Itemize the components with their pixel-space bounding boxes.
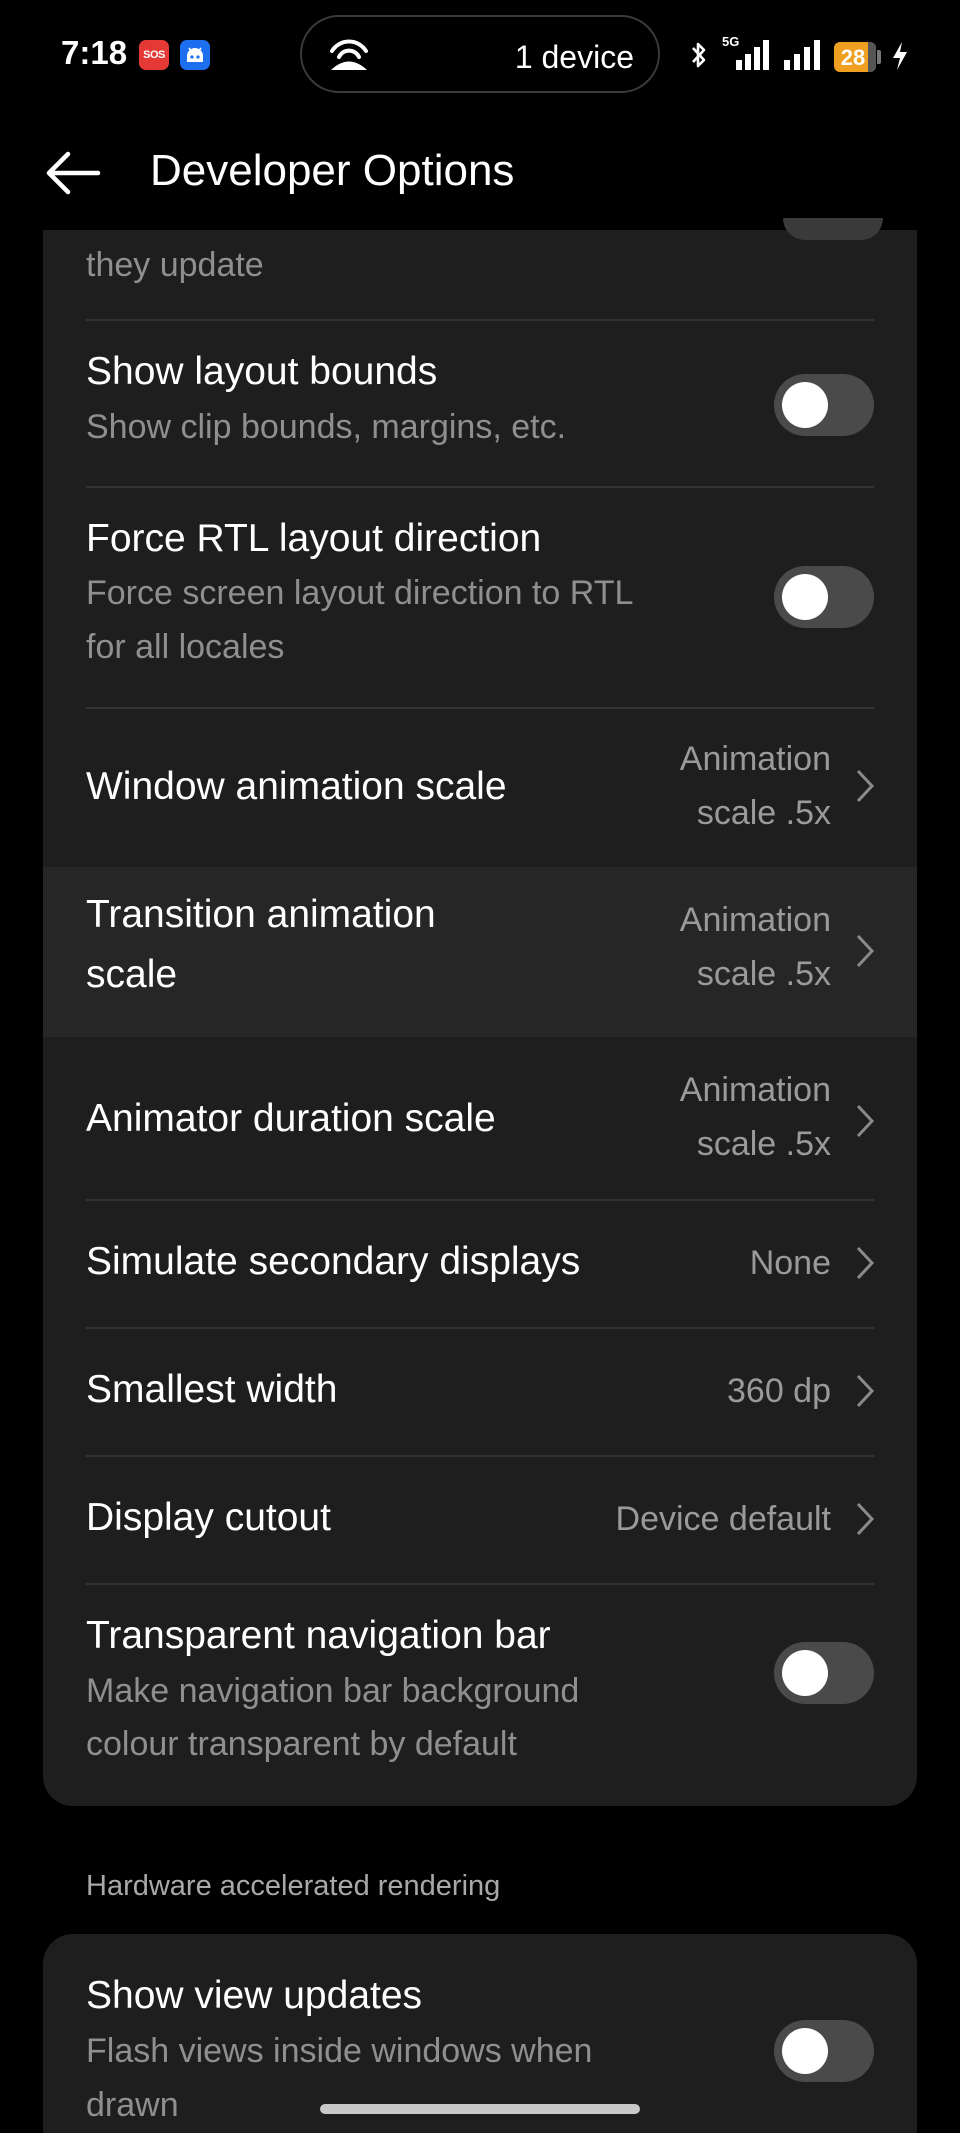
partial-toggle <box>783 218 883 240</box>
row-subtitle-line-2: drawn <box>86 2086 179 2124</box>
row-title: Display cutout <box>86 1496 331 1539</box>
row-title: Window animation scale <box>86 765 507 808</box>
row-value-line-2: scale .5x <box>696 794 831 832</box>
signal-1-icon <box>736 40 769 70</box>
row-transition-animation-scale[interactable]: Transition animation scale Animation sca… <box>43 867 917 1037</box>
row-window-animation-scale[interactable]: Window animation scale Animation scale .… <box>43 708 917 866</box>
row-title: Show layout bounds <box>86 350 438 393</box>
back-arrow-icon[interactable] <box>40 140 106 206</box>
chevron-right-icon <box>856 769 875 803</box>
row-title-line-2: scale <box>86 953 178 996</box>
row-transparent-navigation-bar[interactable]: Transparent navigation bar Make navigati… <box>43 1584 917 1806</box>
developer-options-screen: 7:18 SOS 1 device 5G 28 Developer Option… <box>0 0 960 2133</box>
row-title: Force RTL layout direction <box>86 517 542 560</box>
status-bar: 7:18 SOS 1 device 5G 28 <box>0 0 960 110</box>
force-rtl-toggle[interactable] <box>774 566 874 628</box>
hotspot-icon <box>330 39 368 70</box>
chevron-right-icon <box>856 934 875 968</box>
android-robot-icon <box>180 40 210 70</box>
sos-icon: SOS <box>139 40 169 70</box>
row-title: Simulate secondary displays <box>86 1240 581 1283</box>
row-subtitle-line-1: Flash views inside windows when <box>86 2032 593 2070</box>
row-value-line-1: Animation <box>679 1071 831 1109</box>
row-title: Transparent navigation bar <box>86 1614 551 1657</box>
row-value: Device default <box>615 1500 831 1538</box>
row-value-line-2: scale .5x <box>696 1125 831 1163</box>
row-value: None <box>749 1244 831 1282</box>
row-value-line-1: Animation <box>679 901 831 939</box>
row-smallest-width[interactable]: Smallest width 360 dp <box>43 1328 917 1455</box>
row-value: 360 dp <box>727 1372 831 1410</box>
section-header-hardware-rendering: Hardware accelerated rendering <box>86 1870 501 1902</box>
row-value-line-2: scale .5x <box>696 955 831 993</box>
hotspot-device-count: 1 device <box>514 39 634 75</box>
chevron-right-icon <box>856 1502 875 1536</box>
chevron-right-icon <box>856 1374 875 1408</box>
settings-card-display: they update Show layout bounds Show clip… <box>43 230 917 1806</box>
signal-2-icon <box>784 40 820 70</box>
row-value-line-1: Animation <box>679 740 831 778</box>
row-subtitle-line-1: Force screen layout direction to RTL <box>86 574 634 612</box>
battery-icon: 28 <box>834 42 876 72</box>
status-icons: 5G 28 <box>690 30 950 80</box>
row-force-rtl[interactable]: Force RTL layout direction Force screen … <box>43 487 917 707</box>
row-show-layout-bounds[interactable]: Show layout bounds Show clip bounds, mar… <box>43 320 917 486</box>
status-time: 7:18 <box>61 34 128 71</box>
page-title: Developer Options <box>150 146 515 195</box>
charging-bolt-icon <box>893 42 907 70</box>
chevron-right-icon <box>856 1246 875 1280</box>
show-layout-bounds-toggle[interactable] <box>774 374 874 436</box>
row-title: Show view updates <box>86 1974 423 2017</box>
bluetooth-icon <box>692 42 706 68</box>
row-simulate-secondary-displays[interactable]: Simulate secondary displays None <box>43 1200 917 1327</box>
row-subtitle: Show clip bounds, margins, etc. <box>86 408 567 446</box>
transparent-nav-toggle[interactable] <box>774 1642 874 1704</box>
show-view-updates-toggle[interactable] <box>774 2020 874 2082</box>
partial-row-subtitle: they update <box>86 246 264 284</box>
row-title-line-1: Transition animation <box>86 893 436 936</box>
row-subtitle-line-1: Make navigation bar background <box>86 1672 580 1710</box>
chevron-right-icon <box>856 1104 875 1138</box>
row-display-cutout[interactable]: Display cutout Device default <box>43 1456 917 1583</box>
row-title: Smallest width <box>86 1368 338 1411</box>
hotspot-pill[interactable]: 1 device <box>300 15 660 93</box>
row-subtitle-line-2: for all locales <box>86 628 285 666</box>
row-animator-duration-scale[interactable]: Animator duration scale Animation scale … <box>43 1037 917 1207</box>
row-subtitle-line-2: colour transparent by default <box>86 1725 517 1763</box>
row-title: Animator duration scale <box>86 1097 496 1140</box>
home-gesture-bar[interactable] <box>320 2104 640 2114</box>
